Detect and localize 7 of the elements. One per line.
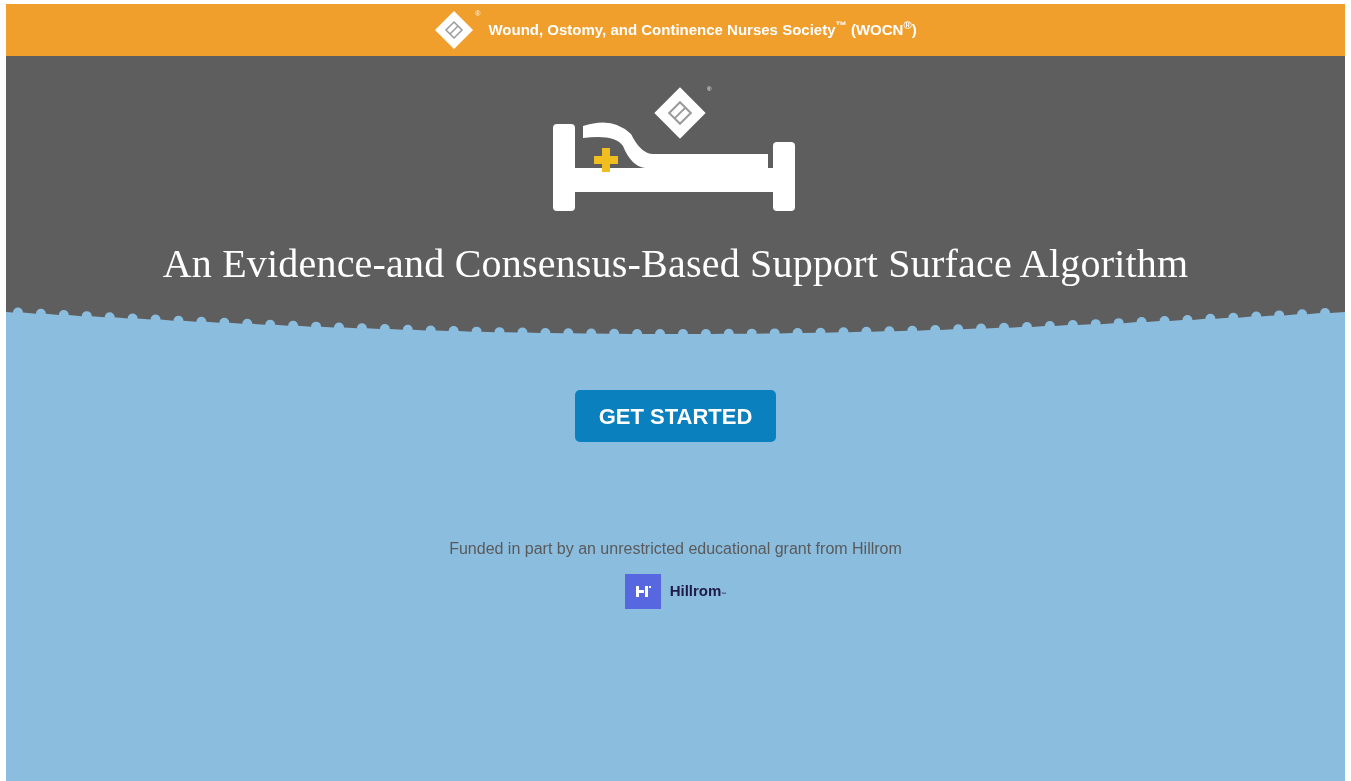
- diamond-logo-icon: [434, 10, 475, 50]
- organization-title: Wound, Ostomy, and Continence Nurses Society$^{™}$ (WOCN$^{®}$): [488, 18, 917, 40]
- get-started-button[interactable]: GET STARTED: [575, 390, 776, 442]
- sponsor-logo-icon: [624, 574, 661, 609]
- diamond-logo-icon: [653, 86, 707, 140]
- page-title: An Evidence-and Consensus-Based Support Surface Algorithm: [162, 240, 1189, 288]
- funding-note: Funded in part by an unrestricted educational grant from Hillrom: [449, 539, 902, 559]
